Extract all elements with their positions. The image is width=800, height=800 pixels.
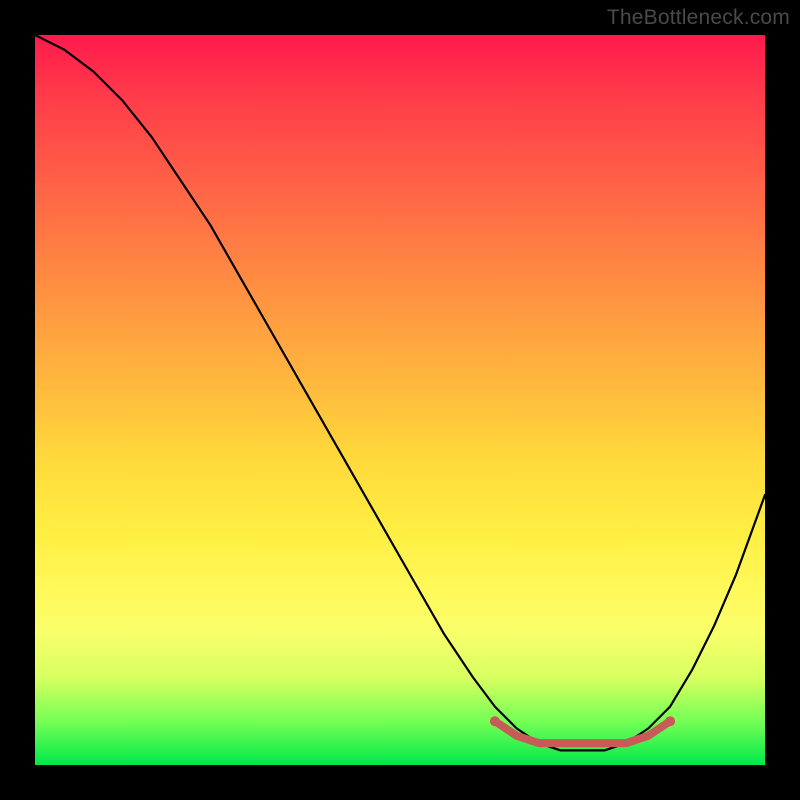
watermark-text: TheBottleneck.com (607, 6, 790, 30)
optimal-range-end-right (665, 716, 675, 726)
chart-svg (35, 35, 765, 765)
optimal-range-end-left (490, 716, 500, 726)
chart-frame: TheBottleneck.com (0, 0, 800, 800)
bottleneck-curve (35, 35, 765, 750)
chart-plot-area (35, 35, 765, 765)
